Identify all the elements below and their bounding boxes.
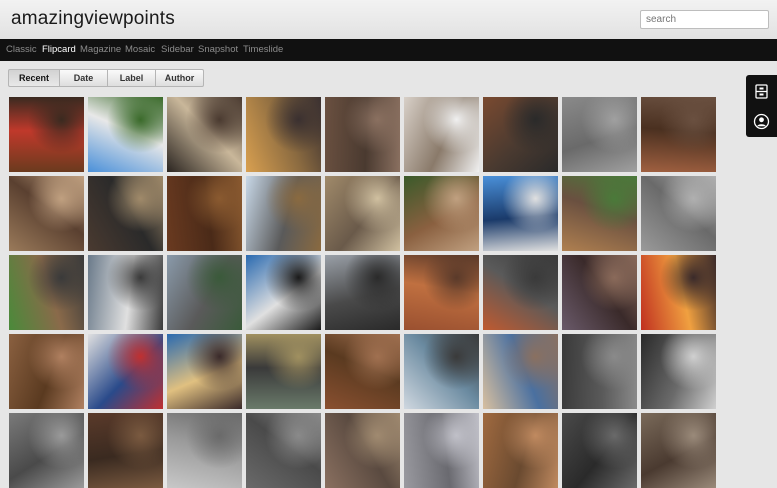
photo-thumbnail[interactable] <box>167 97 242 172</box>
photo-thumbnail[interactable] <box>562 413 637 488</box>
nav-item-magazine[interactable]: Magazine <box>80 44 121 55</box>
photo-thumbnail[interactable] <box>641 413 716 488</box>
photo-thumbnail[interactable] <box>404 413 479 488</box>
profile-icon[interactable] <box>753 113 770 130</box>
photo-thumbnail[interactable] <box>167 413 242 488</box>
photo-thumbnail[interactable] <box>325 176 400 251</box>
photo-thumbnail[interactable] <box>9 97 84 172</box>
photo-thumbnail[interactable] <box>404 255 479 330</box>
photo-thumbnail[interactable] <box>246 97 321 172</box>
photo-thumbnail[interactable] <box>483 334 558 409</box>
photo-thumbnail[interactable] <box>246 176 321 251</box>
nav-item-flipcard[interactable]: Flipcard <box>42 44 76 55</box>
photo-thumbnail[interactable] <box>88 413 163 488</box>
photo-thumbnail[interactable] <box>325 334 400 409</box>
site-title[interactable]: amazingviewpoints <box>11 8 175 30</box>
photo-thumbnail[interactable] <box>483 413 558 488</box>
photo-thumbnail[interactable] <box>562 176 637 251</box>
share-icon[interactable] <box>753 83 770 100</box>
nav-item-mosaic[interactable]: Mosaic <box>125 44 155 55</box>
photo-thumbnail[interactable] <box>88 255 163 330</box>
photo-thumbnail[interactable] <box>483 176 558 251</box>
photo-thumbnail[interactable] <box>88 334 163 409</box>
tab-recent[interactable]: Recent <box>8 69 60 87</box>
photo-thumbnail[interactable] <box>167 334 242 409</box>
sort-tabs: Recent Date Label Author <box>8 69 204 87</box>
photo-thumbnail[interactable] <box>404 176 479 251</box>
photo-thumbnail[interactable] <box>246 334 321 409</box>
photo-thumbnail[interactable] <box>167 255 242 330</box>
search-input[interactable] <box>640 10 769 29</box>
photo-thumbnail[interactable] <box>167 176 242 251</box>
photo-thumbnail[interactable] <box>9 176 84 251</box>
photo-thumbnail[interactable] <box>9 334 84 409</box>
photo-thumbnail[interactable] <box>9 255 84 330</box>
nav-item-classic[interactable]: Classic <box>6 44 37 55</box>
photo-thumbnail[interactable] <box>404 97 479 172</box>
photo-thumbnail[interactable] <box>325 97 400 172</box>
photo-thumbnail[interactable] <box>9 413 84 488</box>
tab-label[interactable]: Label <box>107 69 156 87</box>
nav-item-snapshot[interactable]: Snapshot <box>198 44 238 55</box>
photo-thumbnail[interactable] <box>641 176 716 251</box>
photo-thumbnail[interactable] <box>641 97 716 172</box>
photo-thumbnail[interactable] <box>246 255 321 330</box>
photo-thumbnail[interactable] <box>483 97 558 172</box>
side-widget <box>746 75 777 137</box>
photo-thumbnail[interactable] <box>88 97 163 172</box>
nav-item-timeslide[interactable]: Timeslide <box>243 44 283 55</box>
photo-thumbnail[interactable] <box>641 255 716 330</box>
view-nav-bar: Classic Flipcard Magazine Mosaic Sidebar… <box>0 39 777 61</box>
photo-thumbnail[interactable] <box>325 255 400 330</box>
tab-date[interactable]: Date <box>59 69 108 87</box>
photo-thumbnail[interactable] <box>562 255 637 330</box>
photo-thumbnail[interactable] <box>88 176 163 251</box>
tab-author[interactable]: Author <box>155 69 204 87</box>
photo-thumbnail[interactable] <box>562 334 637 409</box>
nav-item-sidebar[interactable]: Sidebar <box>161 44 194 55</box>
photo-thumbnail[interactable] <box>641 334 716 409</box>
photo-thumbnail[interactable] <box>246 413 321 488</box>
photo-thumbnail[interactable] <box>404 334 479 409</box>
photo-thumbnail[interactable] <box>562 97 637 172</box>
photo-thumbnail[interactable] <box>325 413 400 488</box>
photo-thumbnail[interactable] <box>483 255 558 330</box>
site-header: amazingviewpoints <box>0 0 777 39</box>
